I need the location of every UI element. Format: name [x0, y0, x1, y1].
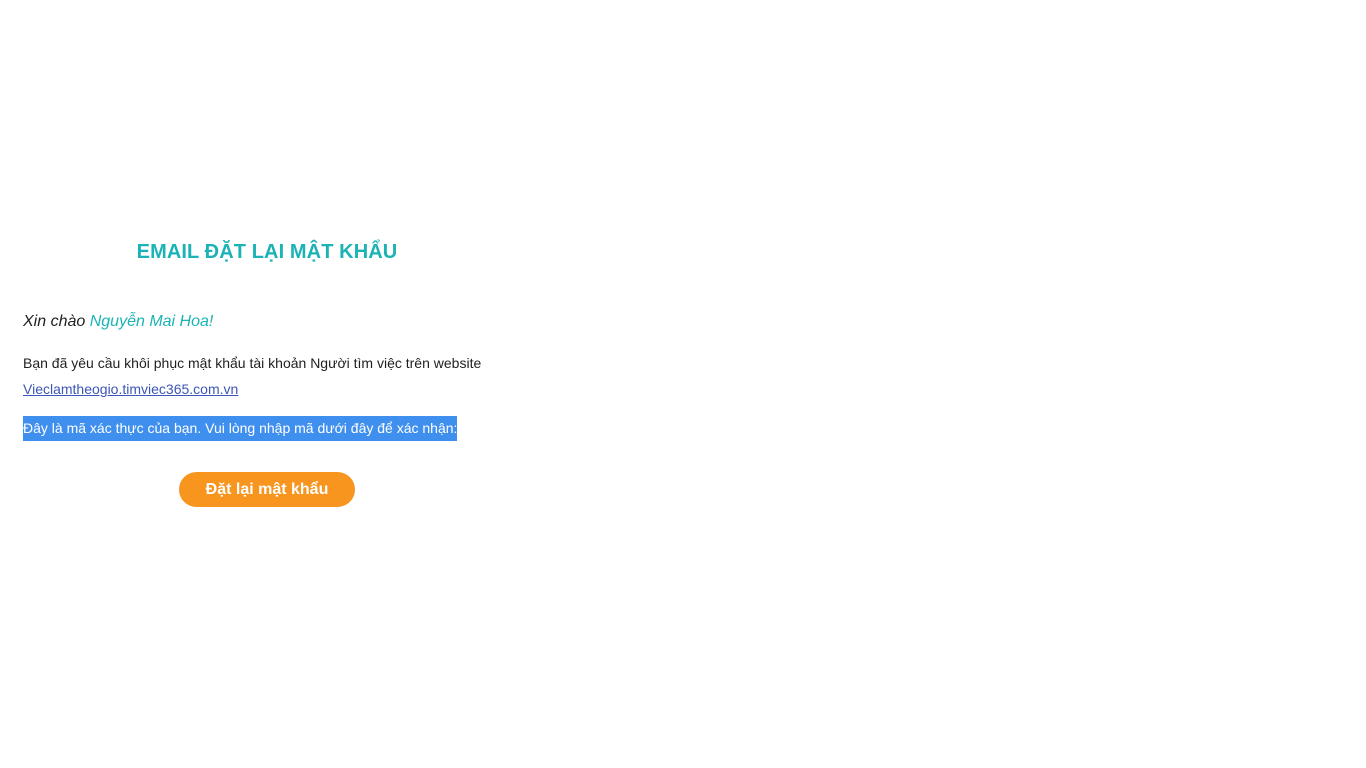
- recipient-name: Nguyễn Mai Hoa!: [89, 313, 214, 330]
- greeting-prefix: Xin chào: [23, 313, 86, 330]
- reset-password-button[interactable]: Đặt lại mật khẩu: [179, 472, 355, 507]
- request-text: Bạn đã yêu cầu khôi phục mật khẩu tài kh…: [23, 355, 482, 371]
- code-instruction: Đây là mã xác thực của bạn. Vui lòng nhậ…: [23, 416, 458, 441]
- request-description: Bạn đã yêu cầu khôi phục mật khẩu tài kh…: [23, 350, 511, 402]
- email-title: EMAIL ĐẶT LẠI MẬT KHẨU: [136, 241, 398, 263]
- website-link[interactable]: Vieclamtheogio.timviec365.com.vn: [23, 381, 238, 397]
- greeting: Xin chào Nguyễn Mai Hoa!: [23, 311, 213, 333]
